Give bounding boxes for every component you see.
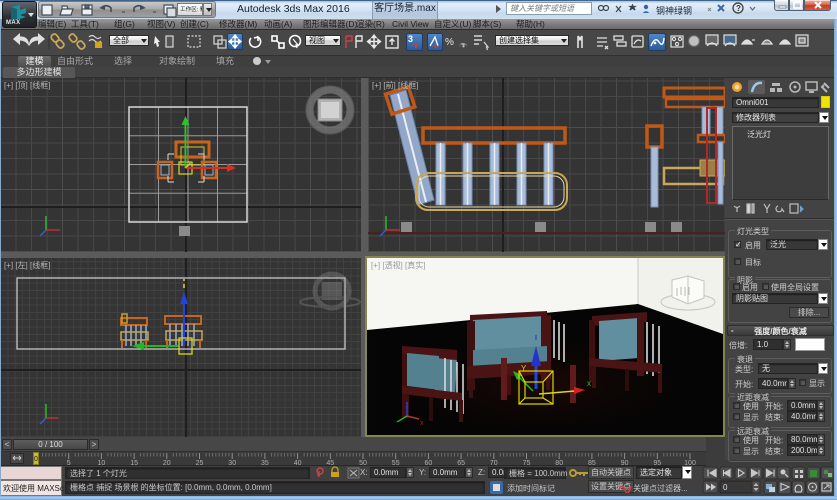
svg-text:30: 30 [228, 460, 236, 466]
svg-text:%: % [445, 37, 454, 48]
svg-text:65: 65 [457, 460, 465, 466]
svg-text:15: 15 [130, 460, 138, 466]
svg-text:5: 5 [67, 460, 71, 466]
svg-text:20: 20 [163, 460, 171, 466]
svg-text:70: 70 [490, 460, 498, 466]
svg-text:40: 40 [294, 460, 302, 466]
svg-text:Y: Y [521, 364, 527, 373]
svg-text:?: ? [736, 4, 741, 13]
svg-text:0: 0 [723, 483, 728, 492]
svg-text:80: 80 [555, 460, 563, 466]
svg-text:x: x [587, 379, 591, 388]
svg-text:3: 3 [408, 34, 413, 44]
svg-text:75: 75 [523, 460, 531, 466]
svg-text:10: 10 [98, 460, 106, 466]
svg-text:55: 55 [392, 460, 400, 466]
svg-text:60: 60 [425, 460, 433, 466]
svg-text:x: x [420, 420, 424, 427]
svg-text:35: 35 [261, 460, 269, 466]
svg-text:25: 25 [196, 460, 204, 466]
